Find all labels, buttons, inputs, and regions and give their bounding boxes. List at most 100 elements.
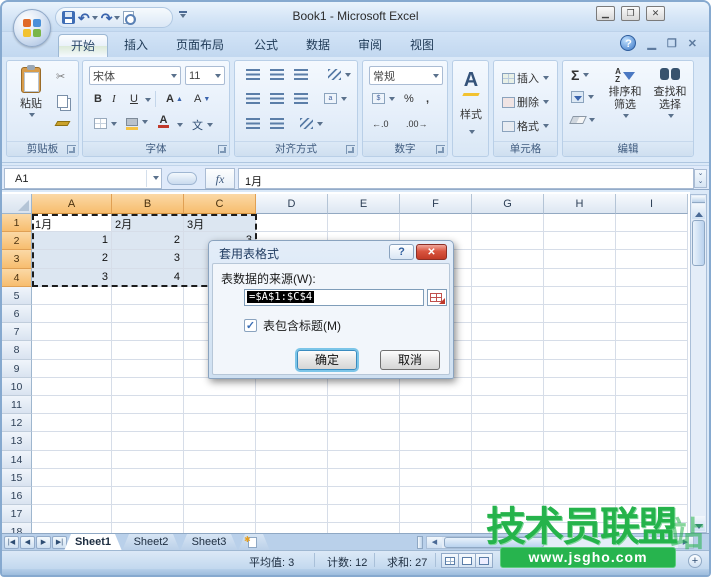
cell-D1[interactable]: [256, 214, 328, 232]
cell-G10[interactable]: [472, 378, 544, 396]
row-header-15[interactable]: 15: [2, 469, 32, 487]
ribbon-minimize-button[interactable]: ▁: [647, 37, 655, 50]
cell-E13[interactable]: [328, 432, 400, 450]
number-format-combo[interactable]: 常规: [369, 66, 443, 85]
cell-I8[interactable]: [616, 341, 688, 359]
cell-A8[interactable]: [32, 341, 112, 359]
cell-A7[interactable]: [32, 323, 112, 341]
tab-review[interactable]: 审阅: [346, 34, 394, 57]
find-select-button[interactable]: 查找和选择: [649, 66, 691, 120]
expand-formula-bar-button[interactable]: ⌄⌄: [694, 169, 707, 188]
cell-G3[interactable]: [472, 250, 544, 268]
format-painter-button[interactable]: [53, 119, 72, 128]
sheet-tab-sheet2[interactable]: Sheet2: [122, 534, 180, 551]
page-break-view-button[interactable]: [475, 553, 493, 568]
name-box[interactable]: A1: [4, 168, 162, 189]
cell-B12[interactable]: [112, 414, 184, 432]
help-button[interactable]: ?: [620, 35, 636, 51]
cell-H6[interactable]: [544, 305, 616, 323]
cell-F14[interactable]: [400, 451, 472, 469]
cell-I16[interactable]: [616, 487, 688, 505]
headers-checkbox[interactable]: ✓: [244, 319, 257, 332]
align-top-button[interactable]: [243, 67, 263, 82]
cell-C15[interactable]: [184, 469, 256, 487]
shrink-font-button[interactable]: A▼: [191, 91, 213, 107]
cell-B13[interactable]: [112, 432, 184, 450]
scroll-down-button[interactable]: [692, 516, 705, 531]
horizontal-scroll-thumb[interactable]: [444, 537, 544, 548]
cell-B3[interactable]: 3: [112, 250, 184, 268]
cell-G8[interactable]: [472, 341, 544, 359]
grow-font-button[interactable]: A▲: [163, 91, 186, 107]
copy-button[interactable]: [54, 93, 71, 110]
accounting-format-button[interactable]: $: [369, 91, 398, 106]
scroll-up-button[interactable]: [692, 204, 705, 219]
row-header-4[interactable]: 4: [2, 269, 32, 287]
cell-C12[interactable]: [184, 414, 256, 432]
cell-I11[interactable]: [616, 396, 688, 414]
cell-I3[interactable]: [616, 250, 688, 268]
insert-cells-button[interactable]: 插入: [499, 68, 552, 88]
clear-button[interactable]: [568, 114, 598, 126]
cell-A14[interactable]: [32, 451, 112, 469]
cell-H13[interactable]: [544, 432, 616, 450]
cell-I2[interactable]: [616, 232, 688, 250]
cell-F17[interactable]: [400, 505, 472, 523]
row-header-8[interactable]: 8: [2, 341, 32, 359]
phonetic-guide-button[interactable]: 文: [189, 115, 216, 135]
cell-H5[interactable]: [544, 287, 616, 305]
page-layout-view-button[interactable]: [458, 553, 476, 568]
align-center-button[interactable]: [267, 91, 287, 106]
cell-A2[interactable]: 1: [32, 232, 112, 250]
delete-cells-button[interactable]: 删除: [499, 92, 552, 112]
cell-F13[interactable]: [400, 432, 472, 450]
close-button[interactable]: ✕: [646, 6, 665, 21]
insert-worksheet-button[interactable]: ✱: [238, 534, 270, 551]
cell-D12[interactable]: [256, 414, 328, 432]
align-bottom-button[interactable]: [291, 67, 311, 82]
row-header-17[interactable]: 17: [2, 505, 32, 523]
scroll-right-button[interactable]: ▶: [678, 537, 693, 548]
cell-B6[interactable]: [112, 305, 184, 323]
cell-G15[interactable]: [472, 469, 544, 487]
column-header-H[interactable]: H: [544, 194, 616, 214]
cell-B17[interactable]: [112, 505, 184, 523]
cell-G4[interactable]: [472, 269, 544, 287]
column-header-I[interactable]: I: [616, 194, 688, 214]
next-sheet-button[interactable]: ▶: [36, 536, 51, 549]
column-header-F[interactable]: F: [400, 194, 472, 214]
column-header-D[interactable]: D: [256, 194, 328, 214]
cell-D14[interactable]: [256, 451, 328, 469]
merge-center-button[interactable]: a: [321, 91, 350, 106]
cell-B14[interactable]: [112, 451, 184, 469]
tab-page-layout[interactable]: 页面布局: [164, 34, 236, 57]
cell-C10[interactable]: [184, 378, 256, 396]
underline-button[interactable]: U: [127, 91, 141, 107]
font-dialog-launcher[interactable]: [218, 145, 227, 154]
cell-G6[interactable]: [472, 305, 544, 323]
row-header-5[interactable]: 5: [2, 287, 32, 305]
cell-F11[interactable]: [400, 396, 472, 414]
cell-H10[interactable]: [544, 378, 616, 396]
cell-H3[interactable]: [544, 250, 616, 268]
dialog-close-button[interactable]: ✕: [416, 244, 447, 260]
office-button[interactable]: [13, 9, 51, 47]
sheet-tab-sheet3[interactable]: Sheet3: [180, 534, 238, 551]
cell-I17[interactable]: [616, 505, 688, 523]
cell-I14[interactable]: [616, 451, 688, 469]
cell-I13[interactable]: [616, 432, 688, 450]
font-size-combo[interactable]: 11: [185, 66, 225, 85]
row-header-12[interactable]: 12: [2, 414, 32, 432]
cell-A3[interactable]: 2: [32, 250, 112, 268]
cell-B5[interactable]: [112, 287, 184, 305]
cell-A16[interactable]: [32, 487, 112, 505]
cell-A11[interactable]: [32, 396, 112, 414]
cell-A9[interactable]: [32, 360, 112, 378]
table-source-input[interactable]: =$A$1:$C$4: [244, 289, 424, 306]
cell-D13[interactable]: [256, 432, 328, 450]
ribbon-restore-button[interactable]: ❐: [667, 37, 677, 50]
cell-A1[interactable]: 1月: [32, 214, 112, 232]
cell-G5[interactable]: [472, 287, 544, 305]
cell-A18[interactable]: [32, 523, 112, 533]
minimize-button[interactable]: ▁: [596, 6, 615, 21]
